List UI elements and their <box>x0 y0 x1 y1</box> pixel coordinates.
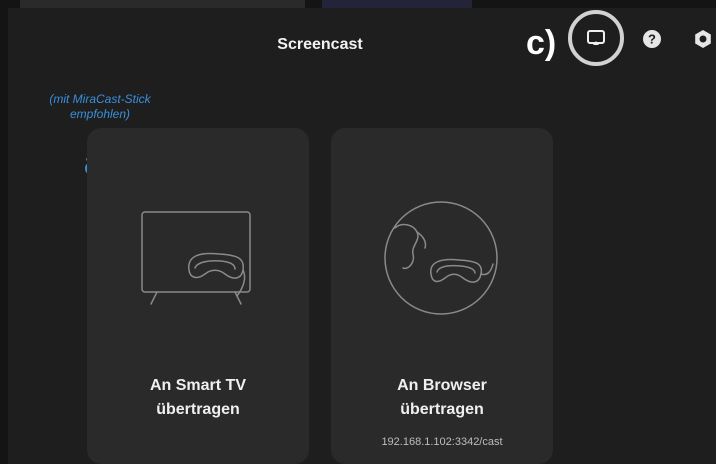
help-icon: ? <box>643 30 661 48</box>
card-label: An Browser übertragen <box>331 374 553 422</box>
note-line: (mit MiraCast-Stick <box>49 92 151 106</box>
settings-button[interactable] <box>692 28 714 50</box>
cast-to-smart-tv-card[interactable]: An Smart TV übertragen <box>87 128 309 464</box>
note-line: empfohlen) <box>69 107 131 121</box>
top-strip-segment <box>20 0 305 8</box>
top-strip-segment <box>322 0 472 8</box>
globe-headset-icon <box>384 201 498 315</box>
browser-url: 192.168.1.102:3342/cast <box>381 436 503 448</box>
left-edge <box>0 0 8 464</box>
top-strip <box>0 0 716 8</box>
card-label-line: An Browser <box>397 377 487 394</box>
cast-to-browser-card[interactable]: An Browser übertragen 192.168.1.102:3342… <box>331 128 553 464</box>
svg-text:?: ? <box>648 32 656 47</box>
card-label-line: An Smart TV <box>149 377 246 394</box>
tv-headset-icon <box>141 211 251 305</box>
settings-icon <box>695 30 711 48</box>
page-title: Screencast <box>277 36 363 53</box>
card-label-line: übertragen <box>156 401 240 418</box>
miracast-note: (mit MiraCast-Stick empfohlen) <box>20 92 180 122</box>
cast-button-highlight <box>568 10 624 66</box>
cast-button[interactable] <box>586 28 606 48</box>
annotation-c: c) <box>526 24 557 62</box>
card-label: An Smart TV übertragen <box>87 374 309 422</box>
help-button[interactable]: ? <box>641 28 663 50</box>
card-label-line: übertragen <box>400 401 484 418</box>
cast-icon <box>587 30 605 45</box>
